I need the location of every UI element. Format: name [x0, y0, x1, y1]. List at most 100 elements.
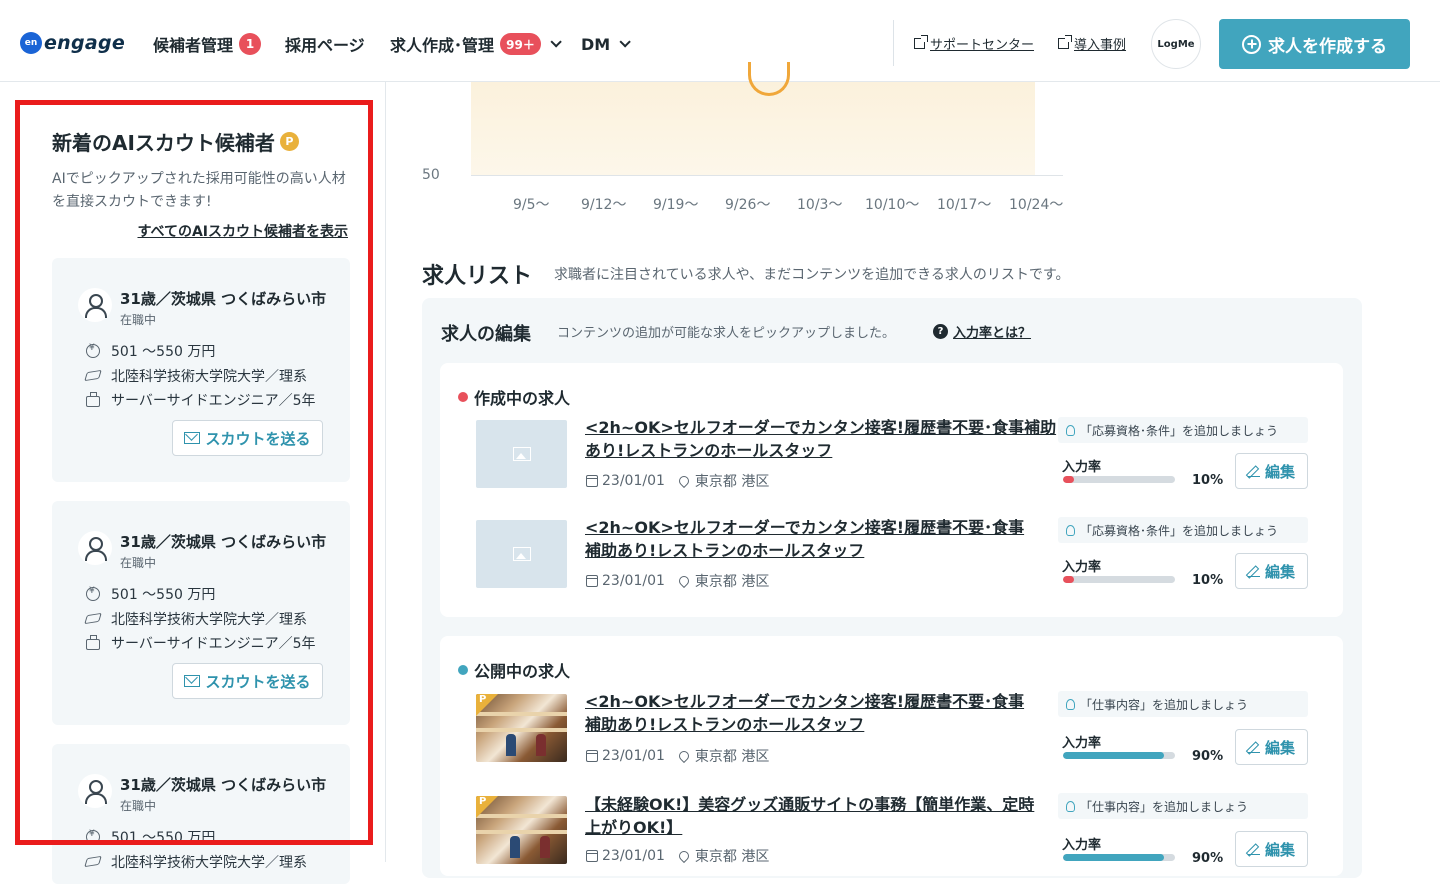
mail-icon — [184, 675, 201, 687]
user-icon — [78, 531, 112, 565]
input-rate-fill — [1063, 752, 1164, 759]
candidate-headline: 31歳／茨城県 つくばみらい市 — [120, 290, 327, 308]
support-center-label: サポートセンター — [930, 38, 1035, 53]
create-job-button[interactable]: 求人を作成する — [1219, 19, 1410, 69]
send-scout-button[interactable]: スカウトを送る — [172, 663, 323, 699]
yen-coin-icon — [86, 829, 100, 844]
briefcase-icon — [86, 635, 100, 650]
send-scout-label: スカウトを送る — [205, 672, 311, 691]
input-rate-bar — [1063, 752, 1175, 759]
school-text: 北陸科学技術大学院大学／理系 — [111, 369, 307, 385]
candidate-headline: 31歳／茨城県 つくばみらい市 — [120, 533, 327, 551]
job-list-subtitle: 求職者に注目されている求人や、まだコンテンツを追加できる求人のリストです。 — [554, 267, 1070, 283]
draft-section-label: 作成中の求人 — [474, 389, 571, 408]
case-studies-link[interactable]: 導入事例 — [1058, 34, 1126, 53]
question-icon: ? — [933, 324, 948, 339]
draft-section-title: 作成中の求人 — [458, 385, 570, 409]
input-rate-label: 入力率 — [1062, 560, 1102, 575]
graduation-cap-icon — [86, 855, 100, 869]
edit-job-button[interactable]: 編集 — [1235, 553, 1308, 589]
location-pin-icon — [676, 473, 691, 489]
x-axis-tick: 10/10～ — [865, 197, 920, 213]
candidate-card: 31歳／茨城県 つくばみらい市 在職中 501 ～550 万円 北陸科学技術大学… — [52, 744, 350, 884]
job-hint-text: 「仕事内容」を追加しましょう — [1080, 799, 1249, 814]
candidate-job: サーバーサイドエンジニア／5年 — [86, 390, 316, 410]
sidebar-description: AIでピックアップされた採用可能性の高い人材を直接スカウトできます! — [52, 171, 346, 210]
account-avatar[interactable]: LogMe — [1151, 19, 1201, 69]
candidate-headline: 31歳／茨城県 つくばみらい市 — [120, 776, 327, 794]
input-rate-fill — [1063, 476, 1075, 483]
send-scout-button[interactable]: スカウトを送る — [172, 420, 323, 456]
job-hint-text: 「仕事内容」を追加しましょう — [1080, 697, 1249, 712]
pencil-icon — [1247, 465, 1260, 477]
candidate-status: 在職中 — [120, 313, 157, 327]
input-rate-percent: 90% — [1192, 851, 1224, 866]
graduation-cap-icon — [86, 369, 100, 383]
x-axis-tick: 9/5～ — [513, 197, 550, 213]
draft-status-dot — [458, 392, 468, 402]
calendar-icon — [586, 475, 598, 487]
job-date: 23/01/01 — [602, 473, 665, 489]
candidates-count-badge: 1 — [239, 33, 262, 55]
candidate-school: 北陸科学技術大学院大学／理系 — [86, 609, 307, 629]
job-edit-subtitle: コンテンツの追加が可能な求人をピックアップしました。 — [557, 326, 896, 341]
salary-text: 501 ～550 万円 — [111, 830, 216, 846]
chevron-down-icon — [619, 36, 631, 48]
case-studies-label: 導入事例 — [1074, 38, 1127, 53]
mail-icon — [184, 432, 201, 444]
calendar-icon — [586, 750, 598, 762]
input-rate-bar — [1063, 854, 1175, 861]
job-thumbnail-placeholder[interactable] — [476, 520, 567, 588]
job-title-link[interactable]: <2h~OK>セルフオーダーでカンタン接客!履歴書不要･食事補助あり!レストラン… — [585, 416, 1060, 462]
job-meta: 23/01/01 東京都 港区 — [586, 746, 769, 766]
job-hint: 「仕事内容」を追加しましょう — [1058, 691, 1308, 717]
nav-recruit-page[interactable]: 採用ページ — [285, 30, 365, 58]
nav-dm[interactable]: DM — [581, 30, 631, 58]
job-title-link[interactable]: 【未経験OK!】美容グッズ通販サイトの事務【簡単作業、定時上がりOK!】 — [585, 793, 1035, 839]
job-date: 23/01/01 — [602, 748, 665, 764]
x-axis-tick: 10/24～ — [1009, 197, 1064, 213]
job-thumbnail-placeholder[interactable] — [476, 420, 567, 488]
input-rate-bar — [1063, 576, 1175, 583]
input-rate-percent: 10% — [1192, 573, 1224, 588]
location-pin-icon — [676, 848, 691, 864]
edit-job-button[interactable]: 編集 — [1235, 729, 1308, 765]
candidate-card: 31歳／茨城県 つくばみらい市 在職中 501 ～550 万円 北陸科学技術大学… — [52, 501, 350, 725]
input-rate-help-link[interactable]: ? 入力率とは？ — [933, 322, 1031, 341]
nav-candidates[interactable]: 候補者管理 1 — [153, 30, 262, 58]
edit-job-button[interactable]: 編集 — [1235, 453, 1308, 489]
public-status-dot — [458, 665, 468, 675]
all-candidates-link[interactable]: すべてのAIスカウト候補者を表示 — [137, 221, 348, 241]
top-header: en engage 候補者管理 1 採用ページ 求人作成･管理 99＋ DM サ… — [0, 0, 1440, 82]
edit-label: 編集 — [1264, 462, 1295, 481]
job-location: 東京都 港区 — [694, 849, 770, 865]
premium-medal-icon: P — [279, 132, 299, 151]
candidate-status: 在職中 — [120, 556, 157, 570]
support-center-link[interactable]: サポートセンター — [914, 34, 1034, 53]
location-pin-icon — [676, 573, 691, 589]
engage-logo[interactable]: en engage — [20, 30, 125, 56]
candidate-salary: 501 ～550 万円 — [86, 584, 215, 604]
salary-text: 501 ～550 万円 — [111, 587, 216, 603]
job-photo[interactable]: P — [476, 694, 567, 762]
candidate-salary: 501 ～550 万円 — [86, 827, 215, 847]
salary-text: 501 ～550 万円 — [111, 344, 216, 360]
yen-coin-icon — [86, 586, 100, 601]
edit-label: 編集 — [1264, 562, 1295, 581]
edit-label: 編集 — [1264, 738, 1295, 757]
graduation-cap-icon — [86, 612, 100, 626]
briefcase-icon — [86, 392, 100, 407]
job-hint-text: 「応募資格･条件」を追加しましょう — [1080, 523, 1279, 538]
input-rate-fill — [1063, 854, 1164, 861]
calendar-icon — [586, 575, 598, 587]
job-meta: 23/01/01 東京都 港区 — [586, 846, 769, 866]
job-title-link[interactable]: <2h~OK>セルフオーダーでカンタン接客!履歴書不要･食事補助あり!レストラン… — [585, 516, 1035, 562]
y-axis-tick: 50 — [422, 167, 440, 183]
job-title-link[interactable]: <2h~OK>セルフオーダーでカンタン接客!履歴書不要･食事補助あり!レストラン… — [585, 690, 1035, 736]
input-rate-label: 入力率 — [1062, 460, 1102, 475]
job-photo[interactable]: P — [476, 796, 567, 864]
premium-letter: P — [479, 694, 487, 705]
public-section-title: 公開中の求人 — [458, 658, 570, 682]
nav-job-management[interactable]: 求人作成･管理 99＋ — [390, 30, 562, 58]
chart-area — [471, 82, 1035, 175]
